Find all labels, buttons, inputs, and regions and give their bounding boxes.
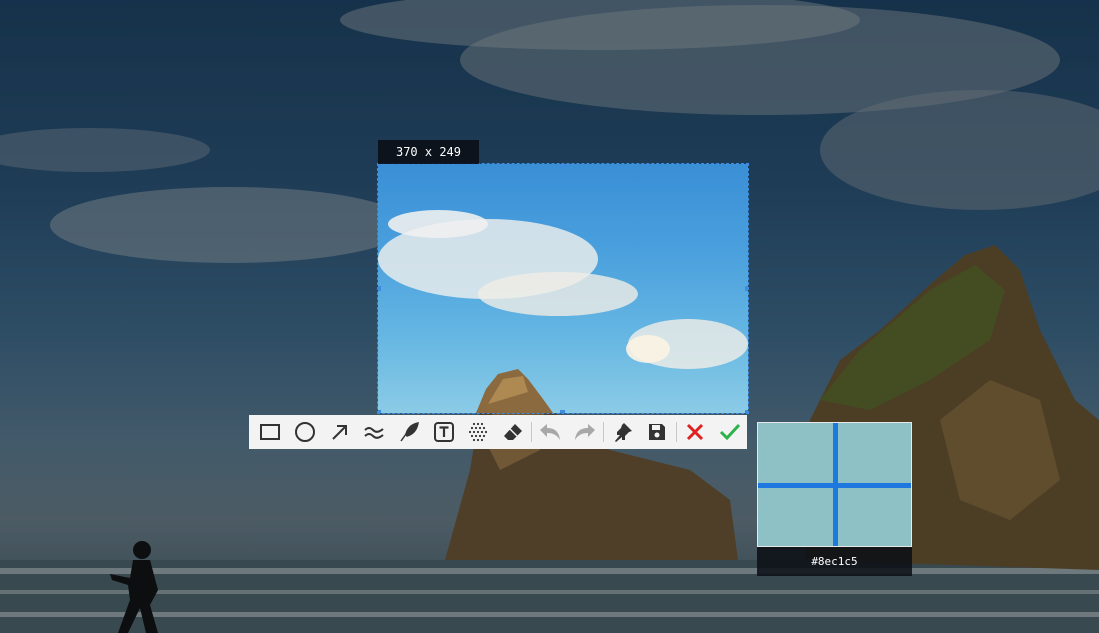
pin-button[interactable] [605, 415, 640, 449]
save-button[interactable] [640, 415, 675, 449]
ellipse-tool[interactable] [288, 415, 323, 449]
arrow-tool[interactable] [322, 415, 357, 449]
toolbar-separator [603, 422, 605, 442]
capture-selection[interactable] [377, 163, 749, 414]
resize-handle-right[interactable] [745, 286, 748, 291]
marker-tool[interactable] [392, 415, 427, 449]
close-icon [686, 423, 704, 441]
feather-icon [400, 422, 419, 442]
dim-overlay-top [0, 0, 1099, 164]
undo-icon [540, 424, 561, 440]
dim-overlay-right [748, 164, 1099, 413]
annotation-toolbar [249, 415, 747, 449]
cancel-button[interactable] [678, 415, 713, 449]
redo-icon [575, 424, 596, 440]
magnifier-crosshair-vertical [833, 423, 838, 546]
mosaic-icon [469, 422, 488, 442]
selection-preview [378, 210, 748, 413]
rectangle-icon [260, 424, 281, 440]
selection-size-label: 370 x 249 [378, 140, 479, 164]
toolbar-separator [675, 422, 677, 442]
arrow-icon [331, 425, 347, 440]
color-magnifier [757, 422, 912, 547]
text-tool[interactable] [426, 415, 461, 449]
resize-handle-bottom-right[interactable] [745, 410, 748, 413]
eraser-tool[interactable] [495, 415, 530, 449]
resize-handle-top-right[interactable] [745, 164, 748, 167]
rectangle-tool[interactable] [253, 415, 288, 449]
check-icon [719, 423, 740, 441]
redo-button[interactable] [568, 415, 603, 449]
pen-tool[interactable] [357, 415, 392, 449]
text-icon [433, 422, 454, 442]
ellipse-icon [294, 422, 315, 442]
mosaic-tool[interactable] [461, 415, 496, 449]
resize-handle-bottom-left[interactable] [378, 410, 381, 413]
resize-handle-top[interactable] [560, 164, 565, 167]
save-icon [649, 424, 666, 440]
toolbar-separator [531, 422, 533, 442]
wave-icon [364, 427, 384, 439]
pin-icon [614, 423, 632, 442]
resize-handle-bottom[interactable] [560, 410, 565, 413]
resize-handle-top-left[interactable] [378, 164, 381, 167]
eraser-icon [503, 424, 522, 440]
undo-button[interactable] [533, 415, 568, 449]
dim-overlay-left [0, 164, 378, 413]
color-hex-label: #8ec1c5 [757, 547, 912, 576]
confirm-button[interactable] [712, 415, 747, 449]
resize-handle-left[interactable] [378, 286, 381, 291]
